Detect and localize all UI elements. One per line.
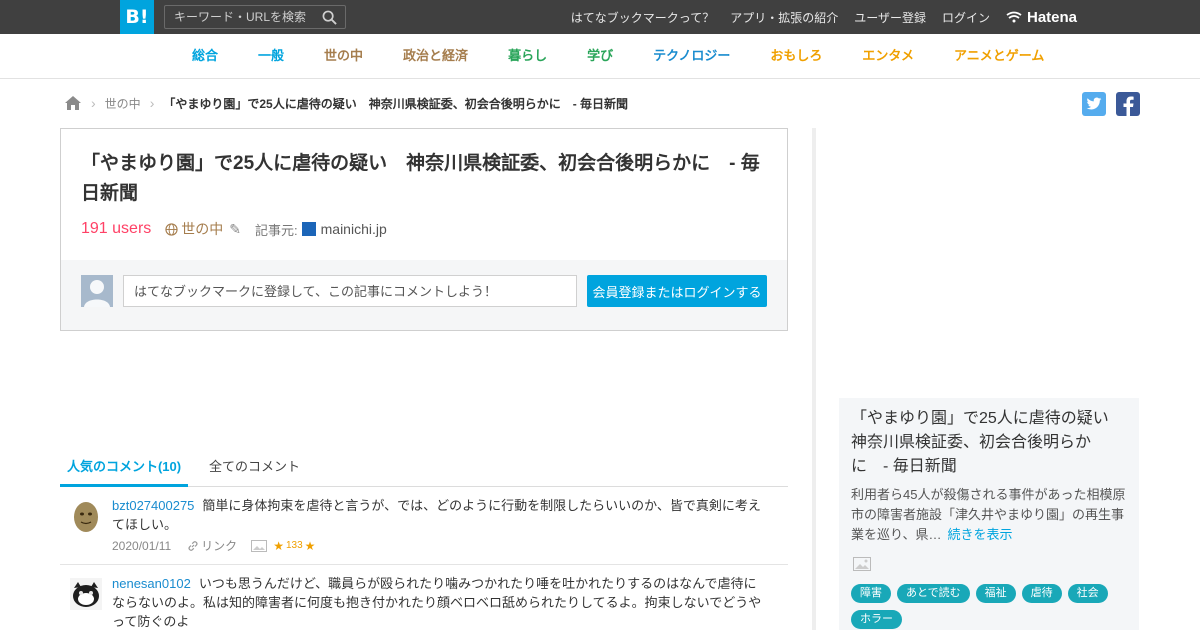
category-tab[interactable]: テクノロジー — [633, 34, 750, 78]
tag-badge[interactable]: 虐待 — [1021, 584, 1062, 603]
comment-username[interactable]: nenesan0102 — [112, 576, 191, 591]
entry-category[interactable]: 世の中 — [165, 219, 223, 239]
comment-body: nenesan0102 いつも思うんだけど、職員らが殴られたり噛みつかれたり唾を吐… — [112, 574, 762, 631]
entry-meta: 191 users 世の中 ✎ 記事元: mainichi.jp — [81, 219, 387, 239]
link-icon — [188, 540, 198, 551]
search-icon[interactable] — [322, 10, 337, 25]
category-tab[interactable]: アニメとゲーム — [934, 34, 1064, 78]
chevron-right-icon: › — [149, 95, 155, 111]
tag-badge[interactable]: 社会 — [1067, 584, 1108, 603]
category-tab[interactable]: 世の中 — [304, 34, 383, 78]
mainichi-favicon-icon — [301, 222, 316, 236]
search-box — [164, 5, 346, 29]
category-tab[interactable]: 学び — [567, 34, 633, 78]
category-nav: 総合 一般 世の中 政治と経済 暮らし 学び テクノロジー おもしろ エンタメ アニメとゲーム — [0, 34, 1200, 79]
facebook-share-icon[interactable] — [1116, 92, 1140, 116]
entry-category-label: 世の中 — [181, 221, 224, 237]
category-tab[interactable]: おもしろ — [750, 34, 842, 78]
top-bar: B! はてなブックマークって？ アプリ・拡張の紹介 ユーザー登録 ログイン Ha… — [0, 0, 1200, 34]
comment-text: いつも思うんだけど、職員らが殴られたり噛みつかれたり唾を吐かれたりするのはなんで… — [112, 576, 762, 629]
card-title[interactable]: 「やまゆり園」で25人に虐待の疑い 神奈川県検証委、初会合後明らかに - 毎日新… — [851, 407, 1125, 479]
category-tab[interactable]: エンタメ — [842, 34, 934, 78]
bookmark-users-count[interactable]: 191 users — [81, 220, 151, 238]
show-more-link[interactable]: 続きを表示 — [947, 527, 1012, 542]
image-icon — [251, 539, 268, 552]
avatar[interactable] — [70, 501, 102, 533]
add-star-icon[interactable]: ★ — [305, 539, 316, 553]
hatena-brand-label: Hatena — [1027, 8, 1078, 26]
entry-summary-card: 「やまゆり園」で25人に虐待の疑い 神奈川県検証委、初会合後明らかに - 毎日新… — [839, 398, 1139, 630]
register-login-button[interactable]: 会員登録またはログインする — [587, 275, 767, 307]
comment-link[interactable]: リンク — [187, 537, 237, 554]
home-icon[interactable] — [64, 95, 82, 111]
link-login[interactable]: ログイン — [942, 9, 990, 26]
entry-title[interactable]: 「やまゆり園」で25人に虐待の疑い 神奈川県検証委、初会合後明らかに - 毎日新… — [81, 149, 771, 209]
hatena-logo-icon — [1006, 11, 1022, 23]
link-about[interactable]: はてなブックマークって？ — [571, 9, 714, 26]
category-tab[interactable]: 暮らし — [488, 34, 567, 78]
comment-stars[interactable]: ★ 133 ★ — [251, 539, 315, 553]
globe-icon — [165, 222, 178, 236]
header-links: はてなブックマークって？ アプリ・拡張の紹介 ユーザー登録 ログイン — [571, 0, 990, 34]
user-avatar-placeholder-icon — [81, 275, 113, 307]
tag-badge[interactable]: 障害 — [851, 584, 891, 603]
source-label: 記事元: — [255, 222, 298, 238]
tag-badge[interactable]: あとで読む — [897, 584, 970, 603]
comment-tabs: 人気のコメント(10) 全てのコメント — [60, 452, 788, 487]
link-register[interactable]: ユーザー登録 — [854, 9, 926, 26]
tab-popular-comments[interactable]: 人気のコメント(10) — [60, 452, 188, 487]
comment-body: bzt027400275 簡単に身体拘束を虐待と言うが、では、どのように行動を制限… — [112, 496, 762, 534]
link-apps[interactable]: アプリ・拡張の紹介 — [730, 9, 838, 26]
hatena-bookmark-logo[interactable]: B! — [120, 0, 154, 34]
search-input[interactable] — [165, 6, 315, 28]
star-count: 133 — [285, 540, 303, 551]
comment-meta: 2020/01/11 リンク ★ 133 ★ — [112, 537, 315, 554]
entry-box: 「やまゆり園」で25人に虐待の疑い 神奈川県検証委、初会合後明らかに - 毎日新… — [60, 128, 788, 331]
comment-username[interactable]: bzt027400275 — [112, 498, 194, 513]
comment-item: nenesan0102 いつも思うんだけど、職員らが殴られたり噛みつかれたり唾を吐… — [60, 566, 788, 636]
breadcrumb-current: 「やまゆり園」で25人に虐待の疑い 神奈川県検証委、初会合後明らかに - 毎日新… — [163, 96, 629, 111]
category-tab[interactable]: 政治と経済 — [383, 34, 488, 78]
tag-badge[interactable]: 福祉 — [975, 584, 1016, 603]
comment-item: bzt027400275 簡単に身体拘束を虐待と言うが、では、どのように行動を制限… — [60, 487, 788, 565]
card-summary: 利用者ら45人が殺傷される事件があった相模原市の障害者施設「津久井やまゆり園」の… — [851, 485, 1131, 545]
source-domain[interactable]: mainichi.jp — [321, 221, 387, 237]
comment-date[interactable]: 2020/01/11 — [112, 539, 171, 553]
tab-all-comments[interactable]: 全てのコメント — [209, 452, 300, 487]
twitter-share-icon[interactable] — [1082, 92, 1106, 116]
comment-form: 会員登録またはログインする — [61, 260, 787, 330]
breadcrumb: › 世の中 › 「やまゆり園」で25人に虐待の疑い 神奈川県検証委、初会合後明ら… — [64, 92, 628, 114]
hatena-brand[interactable]: Hatena — [1006, 0, 1077, 34]
category-tab[interactable]: 総合 — [172, 34, 238, 78]
tag-list: 障害 あとで読む 福祉 虐待 社会ホラー — [851, 584, 1136, 629]
category-tab[interactable]: 一般 — [238, 34, 304, 78]
comment-input[interactable] — [123, 275, 577, 307]
tag-badge[interactable]: ホラー — [851, 610, 902, 629]
comment-text: 簡単に身体拘束を虐待と言うが、では、どのように行動を制限したらいいのか、皆で真剣… — [112, 498, 761, 532]
column-divider — [812, 128, 816, 630]
comment-link-label: リンク — [201, 539, 238, 553]
avatar[interactable] — [70, 578, 102, 610]
star-icon: ★ — [273, 538, 284, 553]
breadcrumb-category[interactable]: 世の中 — [105, 95, 141, 112]
edit-pencil-icon[interactable]: ✎ — [229, 221, 241, 238]
chevron-right-icon: › — [91, 95, 96, 111]
image-icon — [853, 557, 871, 571]
